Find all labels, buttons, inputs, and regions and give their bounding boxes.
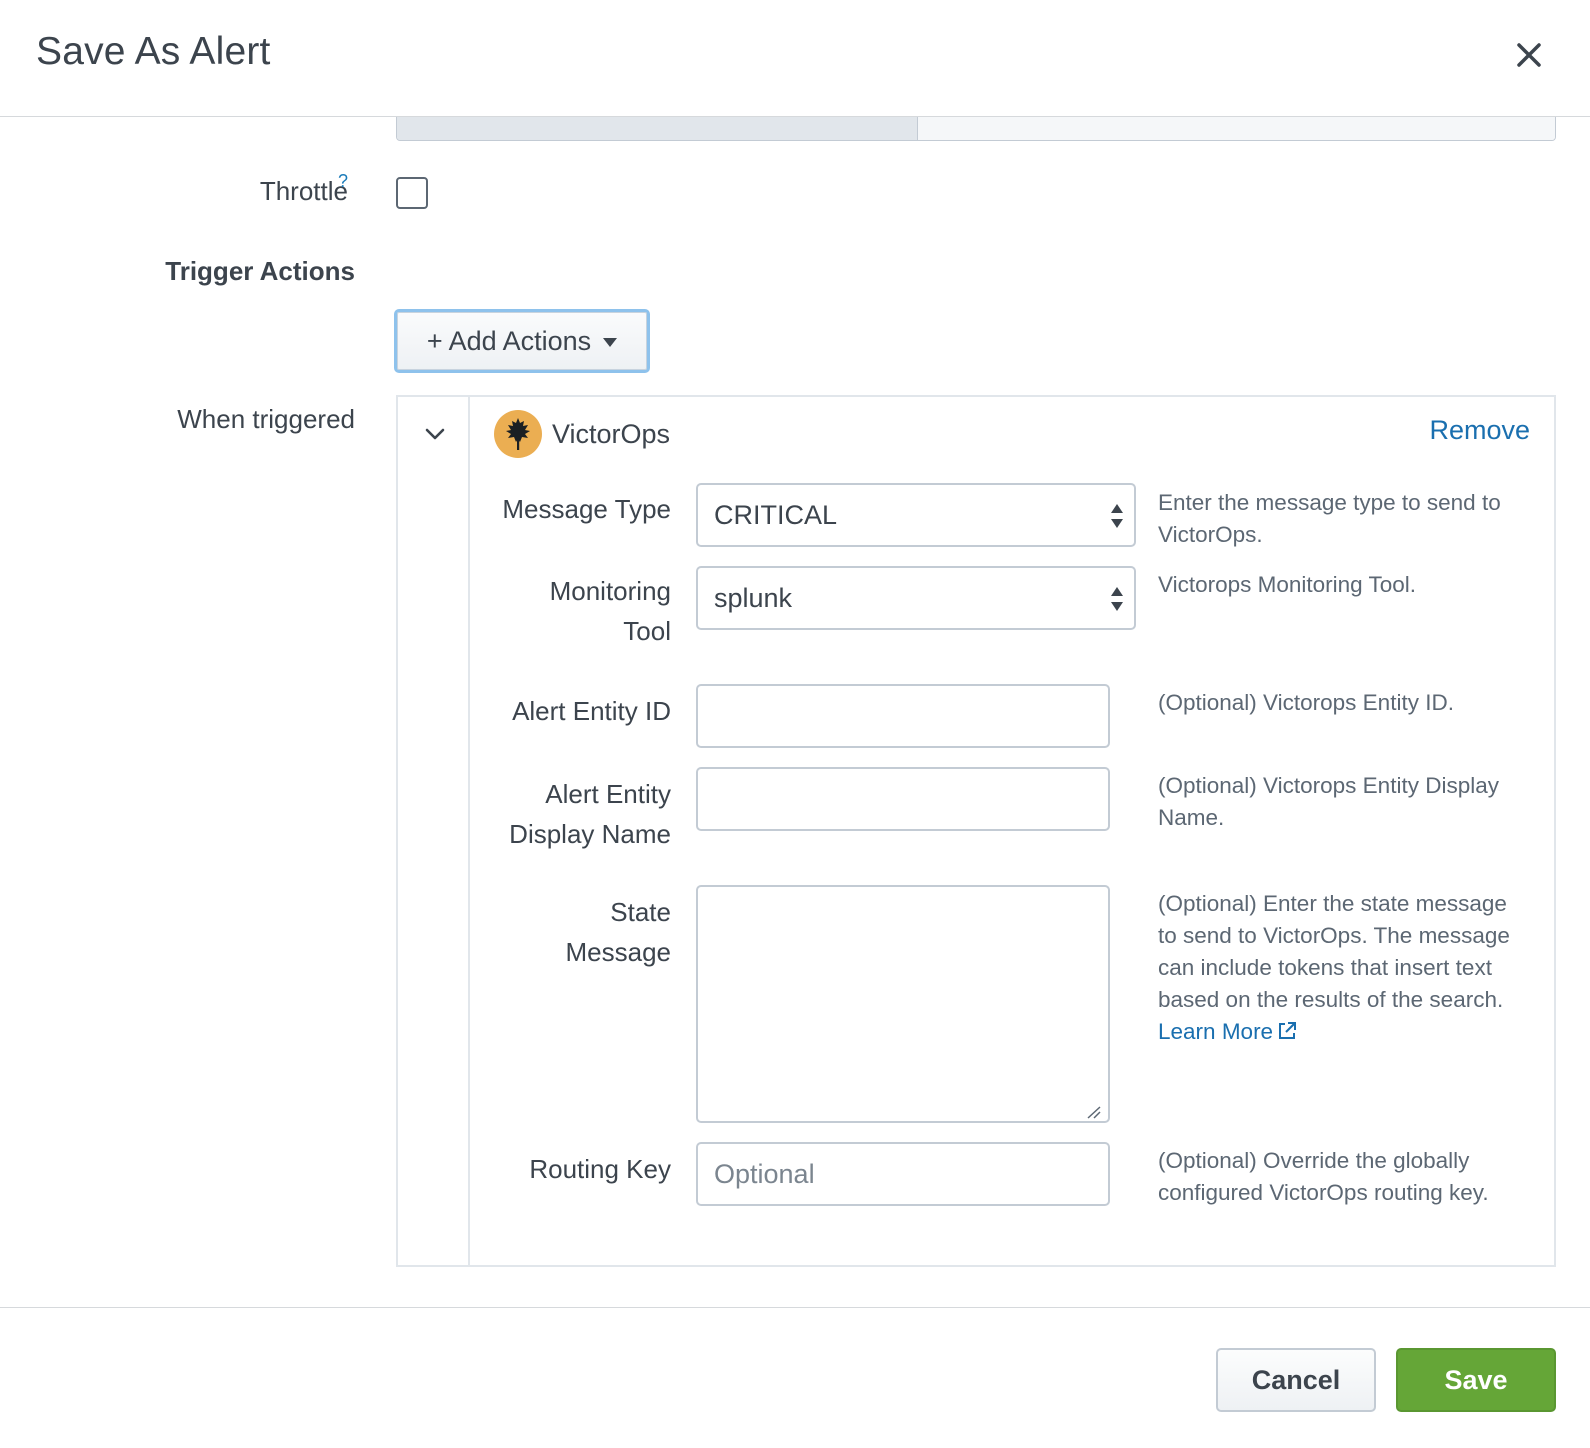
learn-more-link-line2: More xyxy=(1221,1019,1274,1044)
routing-key-input[interactable] xyxy=(696,1142,1110,1206)
alert-entity-display-name-label-line2: Display Name xyxy=(509,819,671,849)
cancel-button[interactable]: Cancel xyxy=(1216,1348,1376,1412)
victorops-action-panel: VictorOps Remove Message Type CRITICAL E… xyxy=(396,395,1556,1267)
state-message-help-text: (Optional) Enter the state message to se… xyxy=(1158,891,1510,1012)
trigger-actions-heading: Trigger Actions xyxy=(165,256,355,286)
alert-entity-display-name-help: (Optional) Victorops Entity Display Name… xyxy=(1158,773,1499,830)
toggle-segment-selected[interactable] xyxy=(397,117,918,140)
remove-action-link[interactable]: Remove xyxy=(1429,415,1530,446)
state-message-label-line2: Message xyxy=(565,937,672,967)
monitoring-tool-label: Monitoring Tool xyxy=(550,571,671,651)
action-header: VictorOps xyxy=(494,409,670,459)
throttle-help-link[interactable]: ? xyxy=(338,171,348,192)
monitoring-tool-value: splunk xyxy=(714,582,793,613)
caret-down-icon xyxy=(603,337,618,347)
monitoring-tool-label-line2: Tool xyxy=(623,616,671,646)
monitoring-tool-label-line1: Monitoring xyxy=(549,576,671,606)
message-type-select[interactable]: CRITICAL xyxy=(696,483,1136,547)
add-actions-button[interactable]: + Add Actions xyxy=(394,309,650,373)
collapse-column xyxy=(398,397,470,1265)
victorops-leaf-icon xyxy=(494,410,542,458)
action-name: VictorOps xyxy=(552,418,671,449)
chevron-down-icon[interactable] xyxy=(422,421,448,447)
alert-entity-display-name-input[interactable] xyxy=(696,767,1110,831)
monitoring-tool-help: Victorops Monitoring Tool. xyxy=(1158,572,1417,597)
alert-entity-id-input[interactable] xyxy=(696,684,1110,748)
close-icon xyxy=(1517,43,1541,67)
state-message-textarea[interactable] xyxy=(696,885,1110,1123)
state-message-label-line1: State xyxy=(610,897,671,927)
throttle-label: Throttle xyxy=(259,176,348,206)
close-button[interactable] xyxy=(1512,38,1546,72)
external-link-icon xyxy=(1279,1022,1297,1039)
learn-more-link[interactable]: Learn More xyxy=(1158,1019,1297,1044)
routing-key-help: (Optional) Override the globally configu… xyxy=(1158,1148,1489,1205)
alert-entity-id-help: (Optional) Victorops Entity ID. xyxy=(1158,690,1454,715)
select-arrows-icon xyxy=(1111,587,1123,611)
alert-entity-id-label: Alert Entity ID xyxy=(512,696,671,726)
message-type-help: Enter the message type to send to Victor… xyxy=(1158,490,1501,547)
alert-entity-display-name-label: Alert Entity Display Name xyxy=(509,774,671,854)
select-arrows-icon xyxy=(1111,504,1123,528)
modal-title: Save As Alert xyxy=(36,30,271,73)
routing-key-label: Routing Key xyxy=(529,1154,671,1184)
save-button[interactable]: Save xyxy=(1396,1348,1556,1412)
trigger-condition-toggle[interactable] xyxy=(396,117,1556,141)
throttle-checkbox[interactable] xyxy=(396,177,428,209)
message-type-label: Message Type xyxy=(502,494,671,524)
toggle-segment[interactable] xyxy=(918,117,1555,140)
add-actions-label: + Add Actions xyxy=(426,325,592,356)
monitoring-tool-select[interactable]: splunk xyxy=(696,566,1136,630)
alert-entity-display-name-label-line1: Alert Entity xyxy=(545,779,671,809)
state-message-label: State Message xyxy=(566,892,672,972)
message-type-value: CRITICAL xyxy=(714,499,838,530)
when-triggered-label: When triggered xyxy=(177,404,355,434)
learn-more-link-line1: Learn xyxy=(1158,1019,1216,1044)
modal-header: Save As Alert xyxy=(0,0,1590,117)
modal-footer: Cancel Save xyxy=(0,1307,1590,1448)
state-message-help: (Optional) Enter the state message to se… xyxy=(1158,888,1510,1048)
modal-body: Throttle ? Trigger Actions + Add Actions… xyxy=(0,117,1590,1307)
